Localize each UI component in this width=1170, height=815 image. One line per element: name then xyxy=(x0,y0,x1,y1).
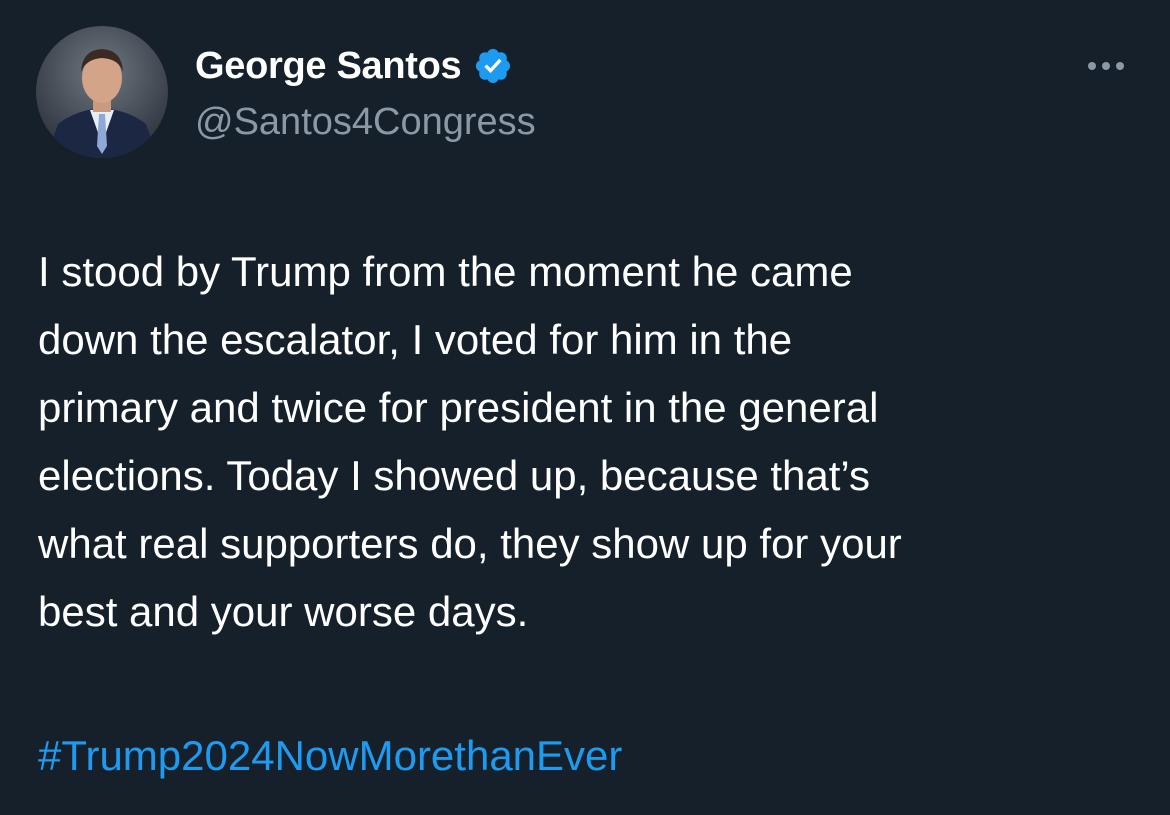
author-handle[interactable]: @Santos4Congress xyxy=(195,98,536,146)
hashtag-link[interactable]: #Trump2024NowMorethanEver xyxy=(38,722,622,790)
tweet-text-line: primary and twice for president in the g… xyxy=(38,384,879,431)
tweet-text-line: best and your worse days. xyxy=(38,588,529,635)
more-options-button[interactable] xyxy=(1080,52,1132,80)
avatar-photo xyxy=(36,26,168,158)
more-horizontal-icon xyxy=(1088,62,1124,70)
author-display-name[interactable]: George Santos xyxy=(195,42,462,90)
tweet-card: George Santos @Santos4Congress I stood b… xyxy=(0,0,1170,815)
tweet-text-line: elections. Today I showed up, because th… xyxy=(38,452,871,499)
verified-badge-icon xyxy=(473,46,513,86)
author-avatar[interactable] xyxy=(36,26,168,158)
tweet-text-line: what real supporters do, they show up fo… xyxy=(38,520,902,567)
tweet-text-line: down the escalator, I voted for him in t… xyxy=(38,316,793,363)
tweet-text-line: I stood by Trump from the moment he came xyxy=(38,248,853,295)
author-name-row: George Santos xyxy=(195,42,513,90)
tweet-text: I stood by Trump from the moment he came… xyxy=(38,238,1138,646)
